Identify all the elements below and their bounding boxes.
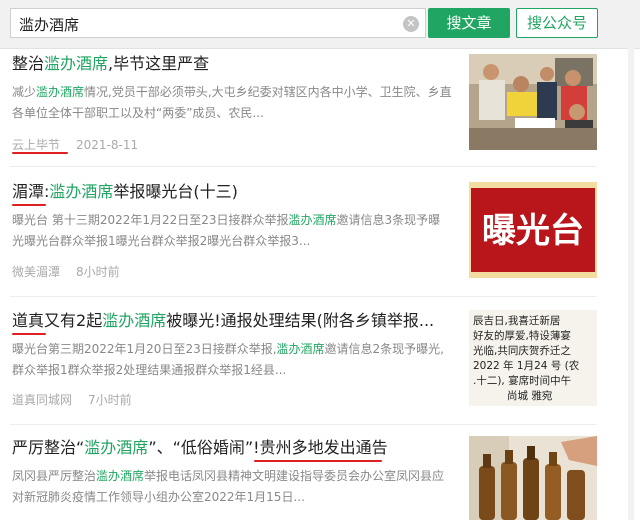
- invitation-card-image: 辰吉日,我喜迁新居 好友的厚爱,特设薄宴 光临,共同庆贺乔迁之 2022 年 1…: [473, 315, 580, 402]
- banner-text: 曝光台: [482, 211, 584, 251]
- clear-icon[interactable]: ✕: [403, 16, 419, 32]
- result-source[interactable]: 云上毕节: [12, 138, 60, 152]
- beer-bottles-image: [469, 436, 597, 520]
- title-text: 整治: [12, 54, 45, 73]
- search-input[interactable]: [17, 13, 401, 35]
- title-keyword: 滥办酒席: [49, 182, 114, 201]
- result-source[interactable]: 微美湄潭: [12, 265, 60, 279]
- title-text: 湄潭: [12, 182, 45, 201]
- result-title[interactable]: 整治滥办酒席,毕节这里严查: [12, 53, 452, 75]
- result-description: 凤冈县严厉整治滥办酒席举报电话凤冈县精神文明建设指导委员会办公室凤冈县应对新冠肺…: [12, 469, 445, 504]
- result-thumbnail[interactable]: 辰吉日,我喜迁新居 好友的厚爱,特设薄宴 光临,共同庆贺乔迁之 2022 年 1…: [469, 310, 597, 406]
- result-source[interactable]: 道真同城网: [12, 393, 72, 407]
- exposure-banner-image: 曝光台: [469, 182, 597, 278]
- title-text: 严厉整治“: [12, 438, 85, 457]
- result-thumbnail[interactable]: [469, 54, 597, 150]
- result-title[interactable]: 道真又有2起滥办酒席被曝光!通报处理结果(附各乡镇举报...: [12, 310, 452, 332]
- search-bar: ✕ 搜文章 搜公众号: [0, 0, 640, 49]
- scrollbar[interactable]: [628, 48, 634, 520]
- red-underline: [12, 152, 68, 154]
- result-title[interactable]: 湄潭:滥办酒席举报曝光台(十三): [12, 181, 452, 203]
- red-underline: [254, 460, 382, 462]
- title-keyword: 滥办酒席: [84, 438, 149, 457]
- red-underline: [12, 333, 46, 335]
- search-accounts-button[interactable]: 搜公众号: [516, 8, 598, 38]
- result-time: 2021-8-11: [76, 138, 139, 152]
- photo-image: [469, 54, 597, 150]
- result-meta: 云上毕节 2021-8-11: [12, 136, 138, 153]
- result-time: 7小时前: [88, 393, 132, 407]
- divider: [10, 424, 596, 425]
- result-description: 曝光台第三期2022年1月20日至23日接群众举报,滥办酒席邀请信息2条现予曝光…: [12, 342, 444, 377]
- title-text: 又有2起: [44, 311, 103, 330]
- result-description: 减少滥办酒席情况,党员干部必须带头,大屯乡纪委对辖区内各中小学、卫生院、乡直各单…: [12, 85, 452, 120]
- title-text: ”、“低俗婚闹”!贵州多地发出通告: [148, 438, 388, 457]
- title-keyword: 滥办酒席: [44, 54, 109, 73]
- title-text: 道真: [12, 311, 45, 330]
- search-box[interactable]: ✕: [10, 8, 426, 38]
- title-text: 举报曝光台(十三): [113, 182, 238, 201]
- divider: [10, 166, 596, 167]
- result-title[interactable]: 严厉整治“滥办酒席”、“低俗婚闹”!贵州多地发出通告: [12, 437, 452, 459]
- title-keyword: 滥办酒席: [102, 311, 167, 330]
- result-thumbnail[interactable]: [469, 436, 597, 520]
- title-text: ,毕节这里严查: [108, 54, 210, 73]
- title-text: 被曝光!通报处理结果(附各乡镇举报...: [166, 311, 435, 330]
- red-underline: [12, 204, 46, 206]
- result-meta: 微美湄潭 8小时前: [12, 263, 120, 280]
- result-meta: 道真同城网 7小时前: [12, 391, 132, 408]
- search-articles-button[interactable]: 搜文章: [428, 8, 510, 38]
- divider: [10, 296, 596, 297]
- result-description: 曝光台 第十三期2022年1月22日至23日接群众举报滥办酒席邀请信息3条现予曝…: [12, 213, 441, 248]
- result-thumbnail[interactable]: 曝光台: [469, 182, 597, 278]
- result-time: 8小时前: [76, 265, 120, 279]
